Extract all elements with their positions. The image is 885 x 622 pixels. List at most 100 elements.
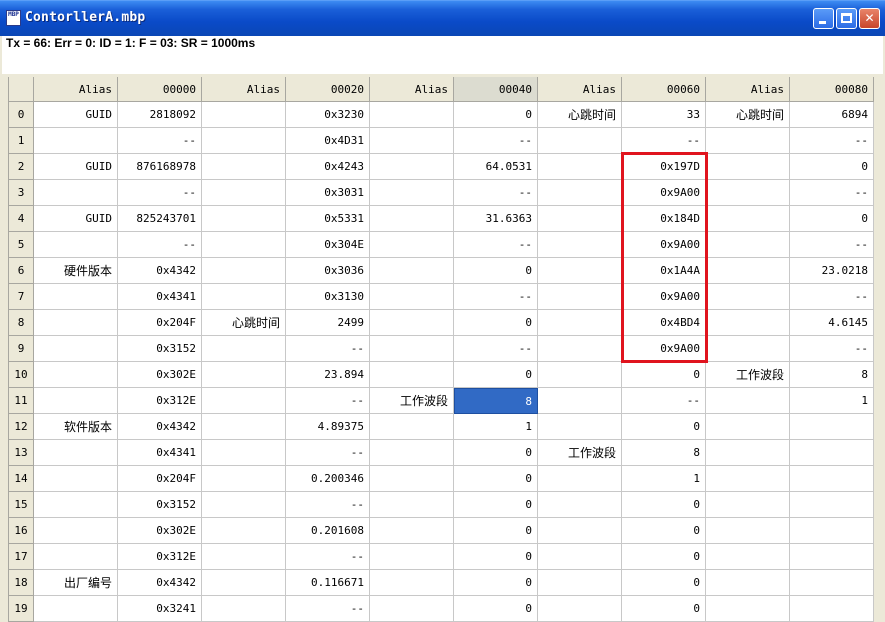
value-cell[interactable]: 0 <box>622 492 706 518</box>
value-cell[interactable]: -- <box>454 232 538 258</box>
alias-cell[interactable] <box>202 414 286 440</box>
value-cell[interactable]: 0 <box>454 310 538 336</box>
alias-cell[interactable] <box>706 492 790 518</box>
alias-cell[interactable] <box>34 596 118 622</box>
value-cell[interactable]: 0 <box>622 544 706 570</box>
alias-cell[interactable] <box>370 284 454 310</box>
value-cell[interactable]: 0x204F <box>118 466 202 492</box>
alias-cell[interactable] <box>202 128 286 154</box>
value-cell[interactable]: 2818092 <box>118 102 202 128</box>
value-cell[interactable]: 0 <box>622 518 706 544</box>
value-cell[interactable]: 0x4342 <box>118 570 202 596</box>
value-cell[interactable]: -- <box>118 232 202 258</box>
alias-cell[interactable] <box>538 180 622 206</box>
value-cell[interactable]: -- <box>454 336 538 362</box>
value-cell[interactable] <box>790 544 874 570</box>
value-cell[interactable]: 4.89375 <box>286 414 370 440</box>
value-cell[interactable]: 0x4341 <box>118 284 202 310</box>
row-header[interactable]: 18 <box>8 570 34 596</box>
value-cell[interactable]: -- <box>286 440 370 466</box>
alias-cell[interactable] <box>706 466 790 492</box>
value-cell[interactable]: 0x3152 <box>118 336 202 362</box>
value-cell[interactable]: 0x4341 <box>118 440 202 466</box>
value-cell[interactable] <box>790 466 874 492</box>
row-header[interactable]: 8 <box>8 310 34 336</box>
alias-cell[interactable] <box>202 388 286 414</box>
column-header[interactable]: Alias <box>202 77 286 102</box>
alias-cell[interactable]: 工作波段 <box>538 440 622 466</box>
row-header[interactable]: 13 <box>8 440 34 466</box>
value-cell[interactable]: 0x3036 <box>286 258 370 284</box>
row-header[interactable]: 6 <box>8 258 34 284</box>
alias-cell[interactable] <box>202 180 286 206</box>
alias-cell[interactable]: 心跳时间 <box>706 102 790 128</box>
value-cell[interactable]: -- <box>622 128 706 154</box>
value-cell[interactable]: -- <box>118 128 202 154</box>
column-header[interactable]: Alias <box>34 77 118 102</box>
row-header[interactable]: 14 <box>8 466 34 492</box>
alias-cell[interactable] <box>538 284 622 310</box>
value-cell[interactable]: 0 <box>454 570 538 596</box>
value-cell[interactable]: -- <box>454 180 538 206</box>
column-header[interactable]: Alias <box>370 77 454 102</box>
column-header[interactable]: 00060 <box>622 77 706 102</box>
value-cell[interactable]: -- <box>622 388 706 414</box>
value-cell[interactable]: 8 <box>454 388 538 414</box>
value-cell[interactable]: 0x4342 <box>118 258 202 284</box>
value-cell[interactable]: 0 <box>790 154 874 180</box>
value-cell[interactable]: 64.0531 <box>454 154 538 180</box>
value-cell[interactable]: 4.6145 <box>790 310 874 336</box>
value-cell[interactable]: 2499 <box>286 310 370 336</box>
alias-cell[interactable] <box>706 258 790 284</box>
row-header[interactable]: 0 <box>8 102 34 128</box>
value-cell[interactable]: 0.201608 <box>286 518 370 544</box>
alias-cell[interactable] <box>202 440 286 466</box>
alias-cell[interactable] <box>538 232 622 258</box>
alias-cell[interactable] <box>706 570 790 596</box>
value-cell[interactable]: 0 <box>454 258 538 284</box>
alias-cell[interactable] <box>706 206 790 232</box>
value-cell[interactable] <box>790 440 874 466</box>
alias-cell[interactable] <box>370 596 454 622</box>
alias-cell[interactable] <box>538 544 622 570</box>
value-cell[interactable]: 0 <box>790 206 874 232</box>
column-header[interactable]: 00000 <box>118 77 202 102</box>
alias-cell[interactable] <box>706 284 790 310</box>
alias-cell[interactable] <box>202 362 286 388</box>
alias-cell[interactable] <box>202 336 286 362</box>
alias-cell[interactable] <box>202 492 286 518</box>
alias-cell[interactable] <box>34 232 118 258</box>
value-cell[interactable]: 8 <box>622 440 706 466</box>
alias-cell[interactable] <box>538 310 622 336</box>
alias-cell[interactable] <box>370 154 454 180</box>
value-cell[interactable]: 8 <box>790 362 874 388</box>
alias-cell[interactable] <box>34 466 118 492</box>
alias-cell[interactable] <box>202 206 286 232</box>
alias-cell[interactable] <box>370 440 454 466</box>
value-cell[interactable]: -- <box>286 336 370 362</box>
alias-cell[interactable] <box>538 258 622 284</box>
value-cell[interactable]: 0 <box>622 362 706 388</box>
alias-cell[interactable] <box>34 284 118 310</box>
alias-cell[interactable] <box>706 388 790 414</box>
alias-cell[interactable] <box>538 466 622 492</box>
alias-cell[interactable]: 出厂编号 <box>34 570 118 596</box>
close-button[interactable]: ✕ <box>859 8 880 29</box>
alias-cell[interactable] <box>202 596 286 622</box>
alias-cell[interactable] <box>538 492 622 518</box>
alias-cell[interactable] <box>706 310 790 336</box>
value-cell[interactable]: -- <box>790 180 874 206</box>
value-cell[interactable]: 0x4243 <box>286 154 370 180</box>
value-cell[interactable]: 0x312E <box>118 544 202 570</box>
alias-cell[interactable] <box>34 310 118 336</box>
alias-cell[interactable] <box>202 232 286 258</box>
maximize-button[interactable] <box>836 8 857 29</box>
value-cell[interactable]: -- <box>118 180 202 206</box>
value-cell[interactable]: 0.116671 <box>286 570 370 596</box>
minimize-button[interactable] <box>813 8 834 29</box>
value-cell[interactable]: 23.0218 <box>790 258 874 284</box>
value-cell[interactable]: 0x3152 <box>118 492 202 518</box>
alias-cell[interactable]: 软件版本 <box>34 414 118 440</box>
alias-cell[interactable] <box>538 336 622 362</box>
alias-cell[interactable] <box>202 284 286 310</box>
